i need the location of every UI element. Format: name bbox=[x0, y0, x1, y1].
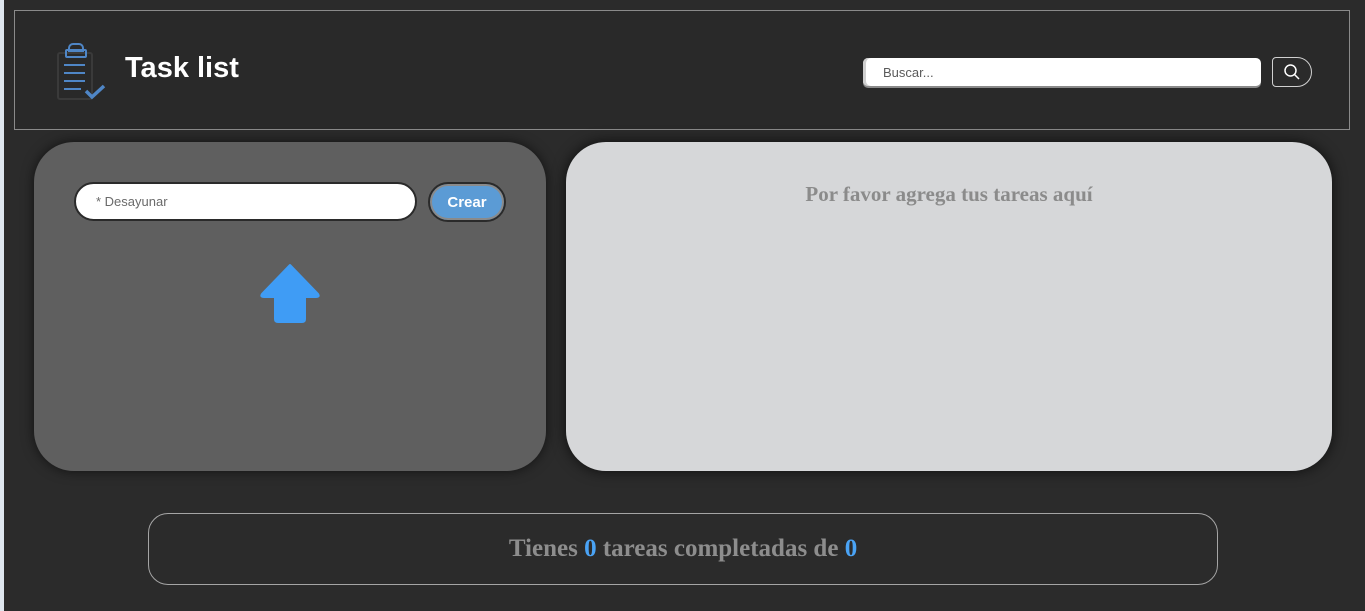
create-button[interactable]: Crear bbox=[428, 182, 506, 222]
create-task-panel: Crear bbox=[34, 142, 546, 471]
completed-counter: Tienes 0 tareas completadas de 0 bbox=[148, 513, 1218, 585]
total-count: 0 bbox=[844, 535, 858, 562]
search-button[interactable] bbox=[1272, 57, 1312, 87]
search-icon bbox=[1283, 63, 1301, 81]
app-title: Task list bbox=[125, 52, 239, 84]
app-header: Task list bbox=[14, 10, 1350, 130]
arrow-up-icon bbox=[259, 263, 321, 325]
task-input[interactable] bbox=[74, 182, 417, 221]
counter-middle: tareas completadas de bbox=[602, 535, 839, 562]
search-input[interactable] bbox=[863, 58, 1261, 86]
task-list-panel: Por favor agrega tus tareas aquí bbox=[566, 142, 1332, 471]
completed-count: 0 bbox=[584, 535, 597, 562]
empty-task-message: Por favor agrega tus tareas aquí bbox=[805, 182, 1093, 206]
counter-prefix: Tienes bbox=[508, 535, 578, 562]
clipboard-check-icon bbox=[55, 43, 107, 101]
page-edge bbox=[0, 0, 4, 611]
